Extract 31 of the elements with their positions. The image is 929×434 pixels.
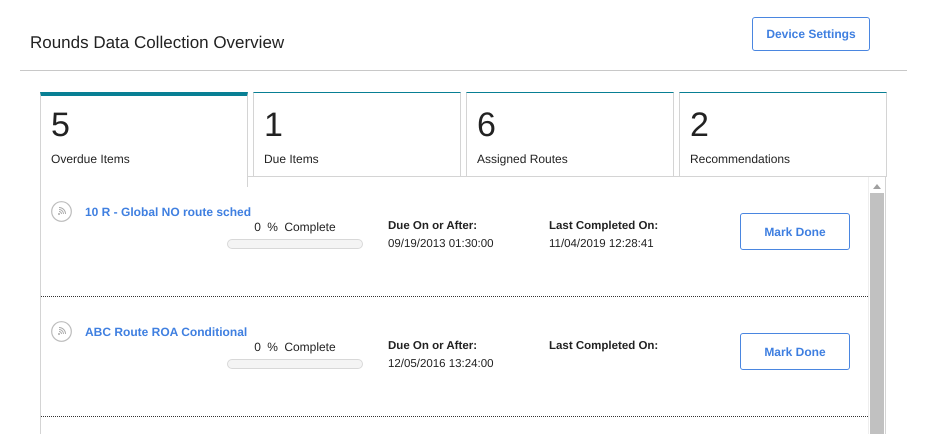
tab-count: 5 bbox=[51, 106, 71, 144]
tab-count: 1 bbox=[264, 106, 284, 144]
progress-text: 0 % Complete bbox=[254, 340, 336, 354]
tab-label: Assigned Routes bbox=[477, 152, 569, 166]
tab-label: Recommendations bbox=[690, 152, 792, 166]
progress-text: 0 % Complete bbox=[254, 220, 336, 234]
scroll-up-icon[interactable] bbox=[873, 184, 881, 189]
due-label: Due On or After: bbox=[388, 220, 478, 232]
scrollbar[interactable] bbox=[868, 177, 885, 434]
due-date: 09/19/2013 01:30:00 bbox=[388, 238, 495, 250]
tab-count: 2 bbox=[690, 106, 710, 144]
page-title: Rounds Data Collection Overview bbox=[30, 33, 284, 53]
last-completed-label: Last Completed On: bbox=[549, 220, 660, 232]
route-link[interactable]: ABC Route ROA Conditional bbox=[85, 324, 248, 338]
tab-label: Due Items bbox=[264, 152, 320, 166]
due-date: 12/05/2016 13:24:00 bbox=[388, 358, 495, 370]
summary-tab[interactable]: 1 Due Items bbox=[253, 92, 461, 177]
last-completed-label: Last Completed On: bbox=[549, 340, 660, 352]
signal-icon bbox=[51, 201, 72, 222]
signal-icon bbox=[51, 321, 72, 342]
tab-label: Overdue Items bbox=[51, 152, 131, 166]
summary-tab[interactable]: 2 Recommendations bbox=[679, 92, 887, 177]
route-link[interactable]: 10 R - Global NO route sched bbox=[85, 204, 252, 218]
due-label: Due On or After: bbox=[388, 340, 478, 352]
summary-tab[interactable]: 5 Overdue Items bbox=[40, 92, 248, 187]
tab-count: 6 bbox=[477, 106, 497, 144]
mark-done-button[interactable]: Mark Done bbox=[740, 333, 850, 370]
summary-tab[interactable]: 6 Assigned Routes bbox=[466, 92, 674, 177]
device-settings-button[interactable]: Device Settings bbox=[752, 17, 870, 51]
last-completed-date: 11/04/2019 12:28:41 bbox=[549, 238, 655, 250]
mark-done-button[interactable]: Mark Done bbox=[740, 213, 850, 250]
